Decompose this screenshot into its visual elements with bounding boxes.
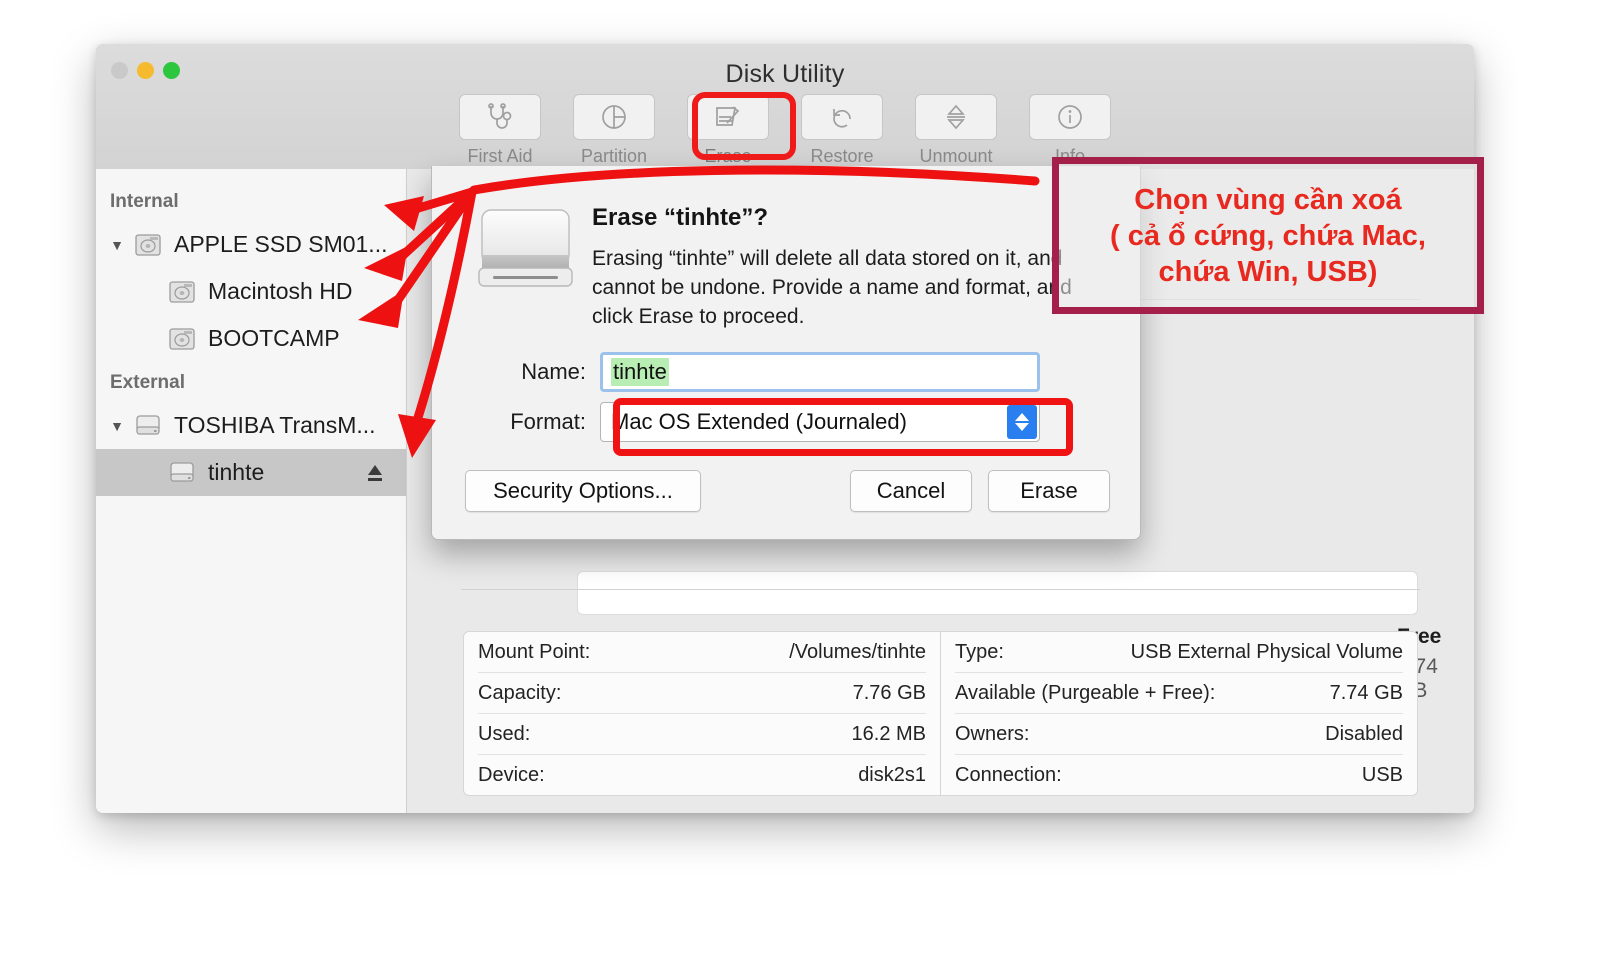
eject-icon[interactable]	[366, 463, 384, 483]
info-row: Available (Purgeable + Free): 7.74 GB	[955, 673, 1403, 714]
cancel-button[interactable]: Cancel	[850, 470, 972, 512]
annotation-note-line: ( cả ổ cứng, chứa Mac,	[1110, 219, 1426, 252]
info-row: Device: disk2s1	[478, 755, 926, 795]
toolbar-item-unmount[interactable]: Unmount	[915, 94, 997, 167]
info-row: Owners: Disabled	[955, 714, 1403, 755]
info-key: Owners:	[955, 722, 1030, 745]
external-disk-icon	[162, 460, 202, 486]
screenshot-root: Disk Utility First Aid Partition Erase Rest…	[0, 0, 1600, 970]
info-value: Disabled	[1325, 722, 1403, 745]
toolbar-item-first-aid[interactable]: First Aid	[459, 94, 541, 167]
info-row: Used: 16.2 MB	[478, 714, 926, 755]
security-options-button[interactable]: Security Options...	[465, 470, 701, 512]
info-value: disk2s1	[858, 763, 926, 786]
erase-toolbar-highlight	[692, 92, 796, 160]
volume-info-table: Mount Point: /Volumes/tinhte Capacity: 7.76…	[463, 631, 1418, 796]
toolbar-item-label: Partition	[580, 146, 648, 166]
erase-dialog: Erase “tinhte”? Erasing “tinhte” will de…	[431, 166, 1141, 540]
sidebar-section-header: Internal	[110, 191, 179, 212]
info-key: Capacity:	[478, 681, 562, 704]
sidebar-item-macintosh-hd[interactable]: Macintosh HD	[96, 268, 406, 315]
info-key: Type:	[955, 640, 1004, 663]
toolbar-item-label: Unmount	[919, 146, 993, 166]
name-field-label: Name:	[521, 359, 586, 384]
disclosure-triangle-icon[interactable]: ▼	[106, 418, 128, 434]
format-select-highlight	[613, 398, 1073, 456]
info-row: Connection: USB	[955, 755, 1403, 795]
annotation-note-line: Chọn vùng cần xoá	[1134, 183, 1402, 216]
info-key: Mount Point:	[478, 640, 591, 663]
info-value: 16.2 MB	[851, 722, 926, 745]
toolbar-item-label: First Aid	[467, 146, 533, 166]
stethoscope-icon[interactable]	[459, 94, 541, 140]
pie-chart-icon[interactable]	[573, 94, 655, 140]
sidebar-section-header: External	[110, 372, 185, 393]
divider-bottom	[461, 589, 1420, 590]
sidebar-item-apple-ssd-sm01[interactable]: ▼ APPLE SSD SM01...	[96, 221, 406, 268]
internal-disk-icon	[162, 325, 202, 353]
annotation-note-box: Chọn vùng cần xoá( cả ổ cứng, chứa Mac, c…	[1052, 157, 1484, 314]
info-column-right: Type: USB External Physical Volume Availab…	[941, 632, 1417, 795]
sidebar: Internal ▼ APPLE SSD SM01... Macintosh HD BO…	[96, 169, 407, 813]
toolbar-item-restore[interactable]: Restore	[801, 94, 883, 167]
external-disk-icon	[128, 413, 168, 439]
info-row: Mount Point: /Volumes/tinhte	[478, 632, 926, 673]
name-input[interactable]: tinhte	[600, 352, 1040, 392]
info-key: Available (Purgeable + Free):	[955, 681, 1216, 704]
info-column-left: Mount Point: /Volumes/tinhte Capacity: 7.76…	[464, 632, 941, 795]
toolbar-item-label: Restore	[810, 146, 874, 166]
info-value: 7.76 GB	[852, 681, 926, 704]
dialog-message: Erasing “tinhte” will delete all data st…	[592, 247, 1072, 328]
internal-disk-icon	[162, 278, 202, 306]
toolbar-item-partition[interactable]: Partition	[573, 94, 655, 167]
info-value: USB External Physical Volume	[1130, 640, 1403, 663]
unmount-arrows-icon[interactable]	[915, 94, 997, 140]
disclosure-triangle-icon[interactable]: ▼	[106, 237, 128, 253]
info-value: /Volumes/tinhte	[789, 640, 926, 663]
external-drive-icon	[473, 202, 578, 294]
sidebar-item-label: Macintosh HD	[208, 278, 353, 304]
info-row: Type: USB External Physical Volume	[955, 632, 1403, 673]
info-circle-icon[interactable]	[1029, 94, 1111, 140]
sidebar-item-tinhte[interactable]: tinhte	[96, 449, 406, 496]
format-field-label: Format:	[510, 409, 586, 434]
info-key: Connection:	[955, 763, 1062, 786]
sidebar-item-label: tinhte	[208, 459, 265, 485]
erase-button[interactable]: Erase	[988, 470, 1110, 512]
window-title: Disk Utility	[725, 60, 845, 88]
sidebar-item-label: BOOTCAMP	[208, 325, 340, 351]
sidebar-item-label: APPLE SSD SM01...	[174, 231, 388, 257]
internal-disk-icon	[128, 231, 168, 259]
capacity-bar	[577, 571, 1418, 615]
info-value: 7.74 GB	[1329, 681, 1403, 704]
sidebar-item-toshiba-transm[interactable]: ▼ TOSHIBA TransM...	[96, 402, 406, 449]
name-field-row: Name: tinhte	[432, 352, 1040, 392]
info-value: USB	[1361, 763, 1403, 786]
sidebar-item-bootcamp[interactable]: BOOTCAMP	[96, 315, 406, 362]
undo-arrow-icon[interactable]	[801, 94, 883, 140]
info-key: Device:	[478, 763, 545, 786]
info-row: Capacity: 7.76 GB	[478, 673, 926, 714]
sidebar-item-label: TOSHIBA TransM...	[174, 412, 376, 438]
info-key: Used:	[478, 722, 531, 745]
annotation-note-line: chứa Win, USB)	[1158, 255, 1378, 288]
name-input-value: tinhte	[611, 358, 669, 386]
dialog-title: Erase “tinhte”?	[592, 204, 769, 231]
